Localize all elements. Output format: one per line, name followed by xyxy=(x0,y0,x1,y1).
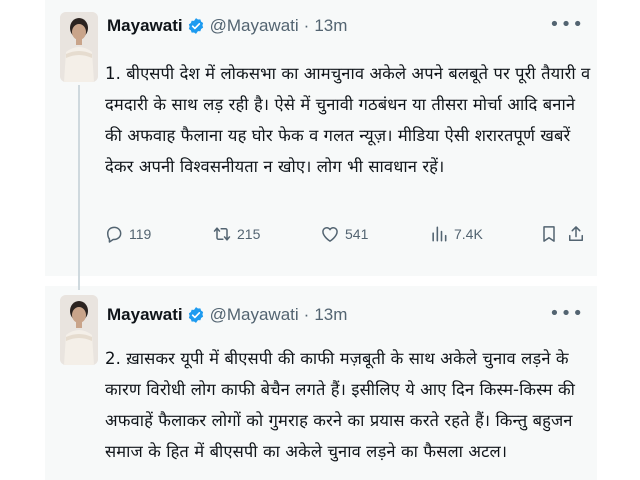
like-button[interactable]: 541 xyxy=(320,224,368,244)
tweet-divider xyxy=(45,276,597,286)
screenshot-canvas: Mayawati @Mayawati · 13m ••• 1. बीएसपी द… xyxy=(0,0,640,480)
author-handle[interactable]: @Mayawati xyxy=(210,16,299,36)
avatar[interactable] xyxy=(60,295,98,365)
meta-separator: · xyxy=(303,16,310,35)
share-icon xyxy=(569,226,583,241)
views-button[interactable]: 7.4K xyxy=(429,224,483,244)
author-name[interactable]: Mayawati xyxy=(107,305,183,325)
thread-connector-line xyxy=(78,85,80,290)
more-horizontal-icon[interactable]: ••• xyxy=(549,303,584,324)
tweet-text: 2. ख़ासकर यूपी में बीएसपी की काफी मज़बूत… xyxy=(105,349,576,461)
tweet-header: Mayawati @Mayawati · 13m xyxy=(107,14,347,38)
heart-icon xyxy=(322,227,338,242)
bookmark-icon xyxy=(543,226,555,242)
tweet-actions: 119 215 541 7.4K xyxy=(104,224,594,250)
avatar[interactable] xyxy=(60,12,98,82)
reply-icon xyxy=(107,226,122,243)
like-count: 541 xyxy=(345,226,369,242)
view-count: 7.4K xyxy=(454,226,483,242)
share-button[interactable] xyxy=(566,224,586,244)
author-handle[interactable]: @Mayawati xyxy=(210,305,299,325)
reply-count: 119 xyxy=(129,226,152,242)
verified-badge-icon xyxy=(187,306,205,324)
more-horizontal-icon[interactable]: ••• xyxy=(549,14,584,35)
tweet-header: Mayawati @Mayawati · 13m xyxy=(107,303,347,327)
reply-button[interactable]: 119 xyxy=(104,224,151,244)
tweet-text: 1. बीएसपी देश में लोकसभा का आमचुनाव अकेल… xyxy=(105,64,591,176)
verified-badge-icon xyxy=(187,17,205,35)
tweet-time[interactable]: 13m xyxy=(314,16,347,36)
right-margin xyxy=(597,0,640,480)
meta-separator: · xyxy=(303,305,310,324)
author-name[interactable]: Mayawati xyxy=(107,16,183,36)
retweet-icon xyxy=(213,227,231,241)
tweet-time[interactable]: 13m xyxy=(314,305,347,325)
retweet-count: 215 xyxy=(237,226,261,242)
analytics-icon xyxy=(432,226,447,242)
bookmark-button[interactable] xyxy=(539,224,559,244)
left-margin xyxy=(0,0,45,480)
retweet-button[interactable]: 215 xyxy=(212,224,260,244)
